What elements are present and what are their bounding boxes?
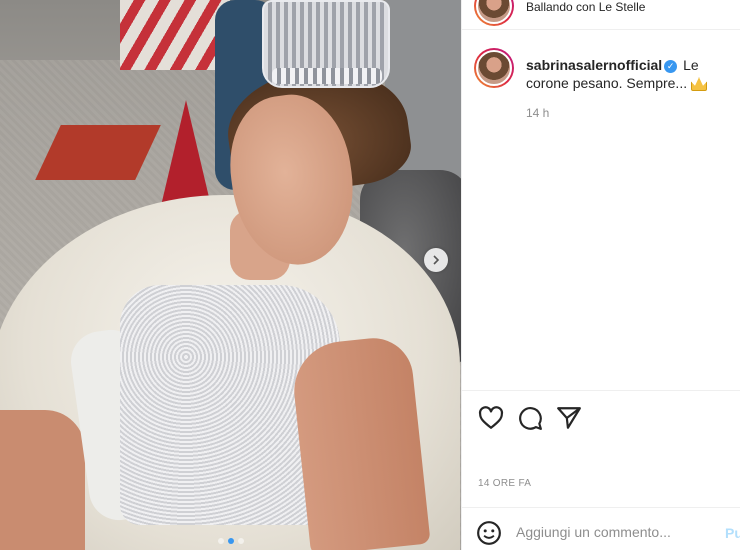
photo-crown-band <box>272 68 382 84</box>
post-photo[interactable] <box>0 0 461 550</box>
photo-arm <box>289 334 431 550</box>
chevron-right-icon <box>433 255 440 265</box>
crown-emoji-icon <box>691 77 707 92</box>
caption-text-block: sabrinasalernofficial ✓ Le corone pesano.… <box>526 56 740 92</box>
caption-time[interactable]: 14 h <box>526 106 549 120</box>
photo-leg <box>0 410 85 550</box>
comment-input[interactable] <box>516 520 716 544</box>
carousel-indicator <box>0 538 461 544</box>
carousel-next-button[interactable] <box>424 248 448 272</box>
carousel-dot-active <box>227 538 234 544</box>
carousel-dot <box>237 538 244 544</box>
emoji-icon[interactable] <box>476 520 502 546</box>
paper-plane-icon[interactable] <box>556 405 582 431</box>
carousel-dot <box>217 538 224 544</box>
post-actions <box>462 390 740 440</box>
heart-icon[interactable] <box>478 405 504 431</box>
caption-avatar[interactable] <box>474 48 514 88</box>
header-avatar[interactable] <box>474 0 514 26</box>
publish-button[interactable]: Pu <box>725 525 740 541</box>
post-header: Ballando con Le Stelle <box>462 0 740 30</box>
comment-bar: Pu <box>462 507 740 550</box>
post-location[interactable]: Ballando con Le Stelle <box>526 0 645 14</box>
post-timestamp: 14 ORE FA <box>478 478 532 489</box>
caption-username[interactable]: sabrinasalernofficial <box>526 57 662 73</box>
verified-badge-icon: ✓ <box>664 59 678 73</box>
comment-icon[interactable] <box>517 405 543 431</box>
photo-flags <box>120 0 230 70</box>
post-side-panel: Ballando con Le Stelle sabrinasalernoffi… <box>461 0 740 550</box>
